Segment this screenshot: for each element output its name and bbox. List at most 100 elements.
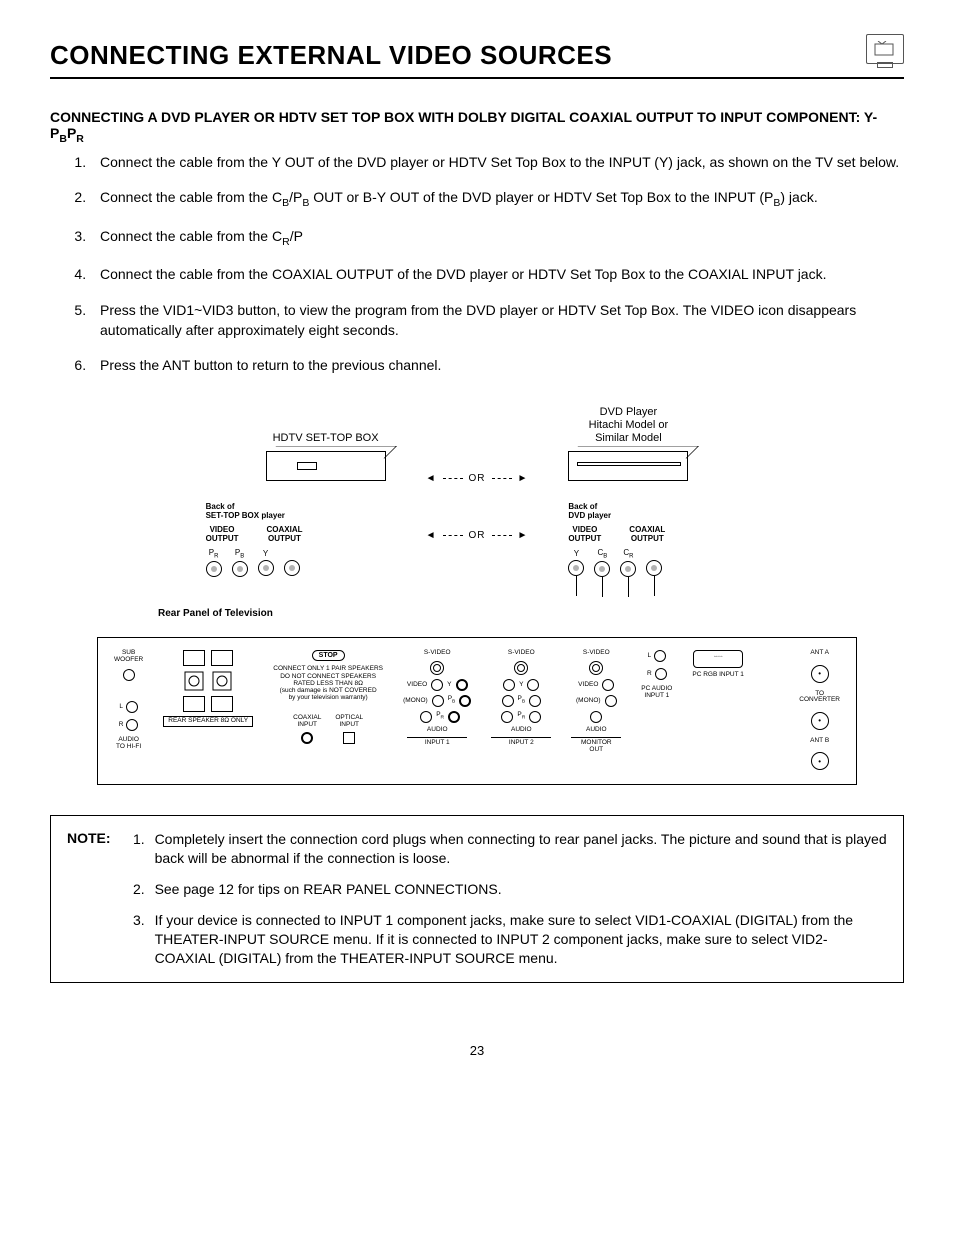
jack-hifi-l xyxy=(126,701,138,713)
steps-list: Connect the cable from the Y OUT of the … xyxy=(50,153,904,376)
input2-column: S-VIDEO Y PB PR AUDIO INPUT 2 xyxy=(491,650,551,753)
jack-audio-r-3 xyxy=(590,711,602,723)
jack-y-stb xyxy=(258,560,274,576)
jack-svideo-2 xyxy=(514,661,528,675)
jack-pr-1 xyxy=(448,711,460,723)
video-lbl-1: VIDEO xyxy=(407,682,427,689)
pc-column: L R PC AUDIO INPUT 1 xyxy=(641,650,672,699)
audio-lbl-2: AUDIO xyxy=(511,727,532,734)
audio-hifi-label: AUDIO TO HI-FI xyxy=(116,737,141,750)
monitor-out-label: MONITOR OUT xyxy=(571,737,621,753)
coax-input-label: COAXIAL INPUT xyxy=(293,715,321,728)
spk-term-4 xyxy=(211,696,233,712)
jack-coax-stb xyxy=(284,560,300,576)
input2-label: INPUT 2 xyxy=(491,737,551,747)
monitor-out-column: S-VIDEO VIDEO (MONO) AUDIO MONITOR OUT xyxy=(571,650,621,753)
svideo-label-2: S-VIDEO xyxy=(508,650,535,657)
pr-lbl-2: PR xyxy=(517,712,525,721)
back-dvd-label: Back of DVD player xyxy=(568,502,748,520)
step2-c: OUT or B-Y OUT of the DVD player or HDTV… xyxy=(309,189,773,205)
jack-pr-2 xyxy=(529,711,541,723)
dvd-back-panel: Back of DVD player VIDEO OUTPUT COAXIAL … xyxy=(568,484,748,597)
notes-label: NOTE: xyxy=(67,830,111,846)
note-3: If your device is connected to INPUT 1 c… xyxy=(149,911,887,968)
jack-ant-a xyxy=(811,665,829,683)
sub-woofer-label: SUB WOOFER xyxy=(114,650,143,663)
jack-y-dvd xyxy=(568,560,584,576)
input1-label: INPUT 1 xyxy=(407,737,467,747)
step2-d: ) jack. xyxy=(780,189,817,205)
stb-back-panel: Back of SET-TOP BOX player VIDEO OUTPUT … xyxy=(206,484,386,577)
y-label-1: Y xyxy=(263,549,268,558)
coax-output-label-2: COAXIAL OUTPUT xyxy=(629,526,665,544)
ant-b-label: ANT B xyxy=(810,738,829,745)
step3-a: Connect the cable from the C xyxy=(100,228,282,244)
stop-warning-text: CONNECT ONLY 1 PAIR SPEAKERS DO NOT CONN… xyxy=(273,665,383,701)
jack-video-3 xyxy=(602,679,614,691)
to-converter-label: TO CONVERTER xyxy=(799,691,840,704)
speaker-terminal-column: REAR SPEAKER 8Ω ONLY xyxy=(163,650,253,727)
step-4: Connect the cable from the COAXIAL OUTPU… xyxy=(90,265,904,285)
rear-panel-title: Rear Panel of Television xyxy=(158,608,273,619)
jack-mono-1 xyxy=(432,695,444,707)
jack-video-1 xyxy=(431,679,443,691)
video-output-label-1: VIDEO OUTPUT xyxy=(206,526,239,544)
notes-box: NOTE: Completely insert the connection c… xyxy=(50,815,904,982)
jack-cr-dvd xyxy=(620,561,636,577)
jack-cb-dvd xyxy=(594,561,610,577)
jack-svideo-1 xyxy=(430,661,444,675)
dvd-l2: Hitachi Model or xyxy=(589,419,668,431)
dvd-device-icon xyxy=(568,451,688,481)
step2-b: /P xyxy=(289,189,302,205)
jack-coax-input xyxy=(301,732,313,744)
antenna-column: ANT A TO CONVERTER ANT B xyxy=(799,650,840,770)
y-label-2: Y xyxy=(574,549,579,558)
heading-sub-r: R xyxy=(76,133,84,145)
input1-column: S-VIDEO VIDEOY (MONO)PB PR AUDIO INPUT 1 xyxy=(403,650,471,753)
left-audio-column: SUB WOOFER L R AUDIO TO HI-FI xyxy=(114,650,143,750)
notes-list: Completely insert the connection cord pl… xyxy=(129,830,887,967)
vga-connector-icon: ◦◦◦◦◦ xyxy=(693,650,743,668)
jack-coax-dvd xyxy=(646,560,662,576)
hdtv-label: HDTV SET-TOP BOX xyxy=(266,432,386,445)
jack-svideo-3 xyxy=(589,661,603,675)
pb-lbl-2: PB xyxy=(518,696,526,705)
jack-video-2 xyxy=(503,679,515,691)
input-columns: S-VIDEO VIDEOY (MONO)PB PR AUDIO INPUT 1… xyxy=(403,650,621,753)
coax-output-label-1: COAXIAL OUTPUT xyxy=(266,526,302,544)
pr-label-1: PR xyxy=(209,548,219,557)
pr-lbl-1: PR xyxy=(436,712,444,721)
jack-y-2 xyxy=(527,679,539,691)
audio-lbl-3: AUDIO xyxy=(586,727,607,734)
dvd-l1: DVD Player xyxy=(600,406,657,418)
pb-lbl-1: PB xyxy=(448,696,456,705)
speaker-icon-l xyxy=(183,670,205,692)
jack-mono-2 xyxy=(502,695,514,707)
svideo-label-3: S-VIDEO xyxy=(583,650,610,657)
mono-lbl-1: (MONO) xyxy=(403,698,428,705)
jack-hifi-r xyxy=(126,719,138,731)
cr-label: CR xyxy=(623,548,633,557)
jack-pr-stb xyxy=(206,561,222,577)
ant-a-label: ANT A xyxy=(810,650,829,657)
r-label: R xyxy=(119,722,124,729)
step3-b: /P xyxy=(290,228,303,244)
audio-lbl-1: AUDIO xyxy=(427,727,448,734)
or-text-2: OR xyxy=(469,530,486,541)
heading-text: CONNECTING A DVD PLAYER OR HDTV SET TOP … xyxy=(50,109,877,141)
step2-a: Connect the cable from the C xyxy=(100,189,282,205)
page-title: CONNECTING EXTERNAL VIDEO SOURCES xyxy=(50,40,612,71)
stb-device-icon xyxy=(266,451,386,481)
jack-pc-l xyxy=(654,650,666,662)
stop-badge: STOP xyxy=(312,650,345,661)
pc-rgb-column: ◦◦◦◦◦ PC RGB INPUT 1 xyxy=(692,650,744,679)
l-label: L xyxy=(119,704,123,711)
heading-sub-b: B xyxy=(59,133,67,145)
back-stb-label: Back of SET-TOP BOX player xyxy=(206,502,386,520)
jack-mono-3 xyxy=(605,695,617,707)
cb-label: CB xyxy=(598,548,608,557)
mono-lbl-3: (MONO) xyxy=(576,698,601,705)
dvd-l3: Similar Model xyxy=(595,432,662,444)
step-6: Press the ANT button to return to the pr… xyxy=(90,356,904,376)
rear-speaker-label: REAR SPEAKER 8Ω ONLY xyxy=(163,716,253,727)
